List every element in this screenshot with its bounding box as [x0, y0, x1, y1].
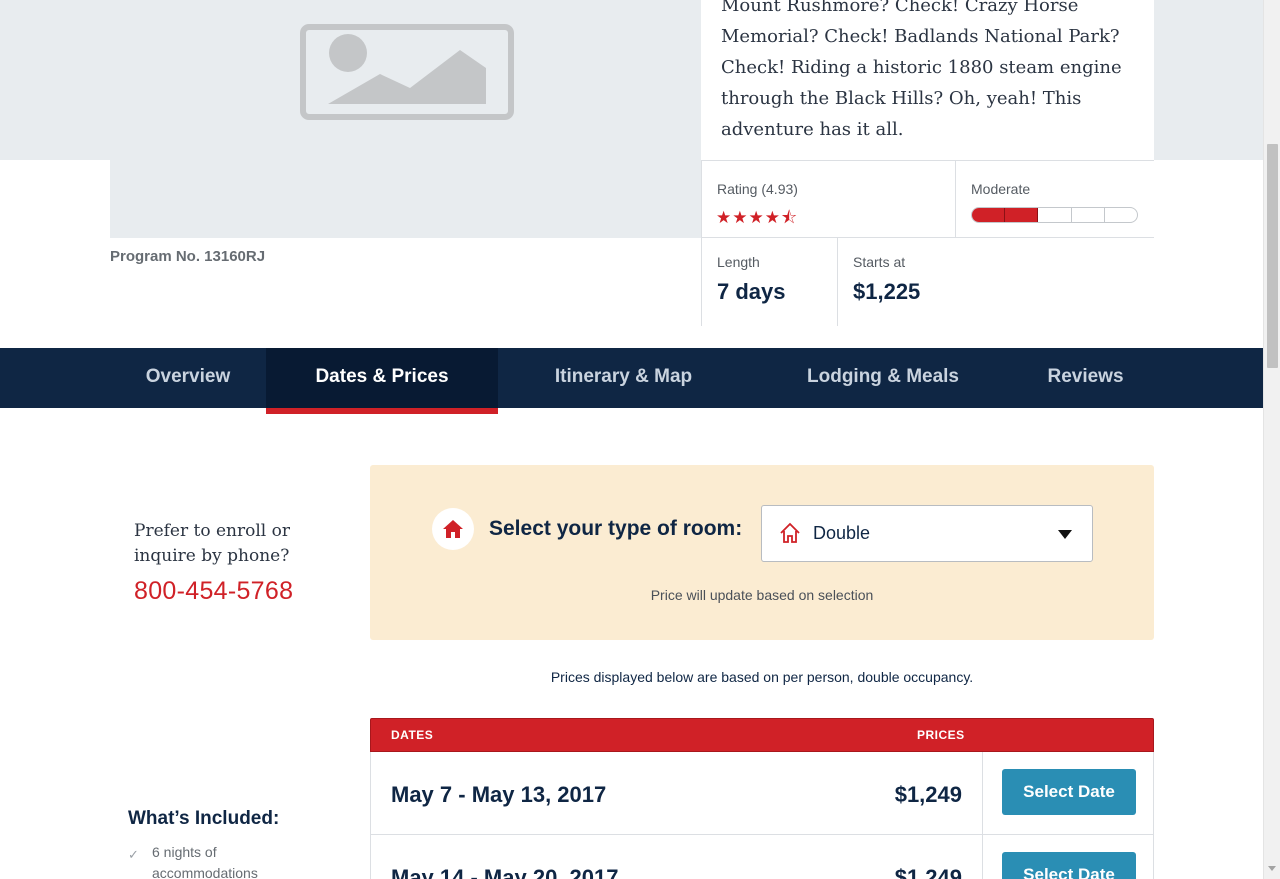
phone-number-link[interactable]: 800-454-5768 — [134, 577, 354, 606]
length-label: Length — [717, 254, 760, 270]
table-row: May 14 - May 20, 2017 $1,249 Select Date — [370, 835, 1154, 879]
program-image-placeholder — [110, 0, 701, 238]
checkmark-icon: ✓ — [128, 847, 139, 862]
date-price: $1,249 — [894, 782, 962, 807]
included-title: What’s Included: — [128, 808, 280, 829]
activity-level-label: Moderate — [971, 181, 1031, 197]
page-scrollbar[interactable] — [1263, 0, 1280, 879]
date-range: May 7 - May 13, 2017 — [391, 782, 607, 807]
column-header-prices: PRICES — [917, 728, 965, 742]
tab-lodging-meals[interactable]: Lodging & Meals — [749, 348, 1017, 408]
column-header-dates: DATES — [391, 728, 434, 742]
rating-stars-icon: ★★★★⯪ — [716, 208, 799, 227]
room-type-select[interactable]: Double — [761, 505, 1093, 562]
whats-included: What’s Included: ✓ 6 nights of accommoda… — [128, 808, 348, 879]
dropdown-caret-icon — [1058, 530, 1072, 539]
tab-overview[interactable]: Overview — [110, 348, 266, 408]
dates-prices-table: DATES PRICES May 7 - May 13, 2017 $1,249… — [370, 718, 1154, 879]
date-price: $1,249 — [894, 865, 962, 879]
phone-enroll-block: Prefer to enroll or inquire by phone? 80… — [134, 519, 354, 606]
image-placeholder-icon — [300, 24, 514, 120]
length-value: 7 days — [717, 279, 786, 304]
room-price-hint: Price will update based on selection — [650, 587, 874, 603]
rating-cell[interactable]: Rating (4.93) ★★★★⯪ — [701, 160, 956, 238]
room-type-selected-value: Double — [813, 523, 871, 543]
table-header: DATES PRICES — [370, 718, 1154, 752]
occupancy-note: Prices displayed below are based on per … — [550, 669, 974, 685]
section-tabs: Overview Dates & Prices Itinerary & Map … — [0, 348, 1263, 414]
level-segment — [1105, 208, 1137, 222]
room-type-label: Select your type of room: — [489, 517, 743, 540]
date-range: May 14 - May 20, 2017 — [391, 865, 619, 879]
tab-reviews[interactable]: Reviews — [1017, 348, 1154, 408]
activity-level-bar — [971, 207, 1138, 223]
tab-dates-prices[interactable]: Dates & Prices — [266, 348, 498, 414]
select-date-button[interactable]: Select Date — [1002, 769, 1136, 815]
house-outline-icon — [779, 522, 801, 549]
room-type-panel: Select your type of room: Double Price w… — [370, 465, 1154, 640]
included-item-label: 6 nights of accommodations — [152, 844, 258, 879]
level-segment — [1072, 208, 1105, 222]
level-segment — [1005, 208, 1039, 222]
program-description: Mount Rushmore? Check! Crazy Horse Memor… — [721, 0, 1122, 140]
table-row: May 7 - May 13, 2017 $1,249 Select Date — [370, 752, 1154, 835]
home-icon — [432, 508, 474, 550]
program-description-box: Mount Rushmore? Check! Crazy Horse Memor… — [701, 0, 1154, 160]
phone-prompt: Prefer to enroll or inquire by phone? — [134, 521, 290, 566]
column-divider — [982, 835, 983, 879]
activity-level-cell: Moderate — [955, 160, 1154, 238]
level-segment — [972, 208, 1006, 222]
included-item: ✓ 6 nights of accommodations — [128, 842, 278, 879]
select-date-button[interactable]: Select Date — [1002, 852, 1136, 879]
program-number: Program No. 13160RJ — [110, 248, 266, 265]
level-segment — [1038, 208, 1072, 222]
column-divider — [982, 752, 983, 834]
scrollbar-thumb[interactable] — [1267, 144, 1278, 368]
starting-price-label: Starts at — [853, 254, 906, 270]
tab-itinerary-map[interactable]: Itinerary & Map — [498, 348, 749, 408]
scroll-down-arrow-icon[interactable] — [1268, 866, 1276, 871]
starting-price-value: $1,225 — [853, 279, 921, 304]
rating-label: Rating (4.93) — [717, 181, 798, 197]
